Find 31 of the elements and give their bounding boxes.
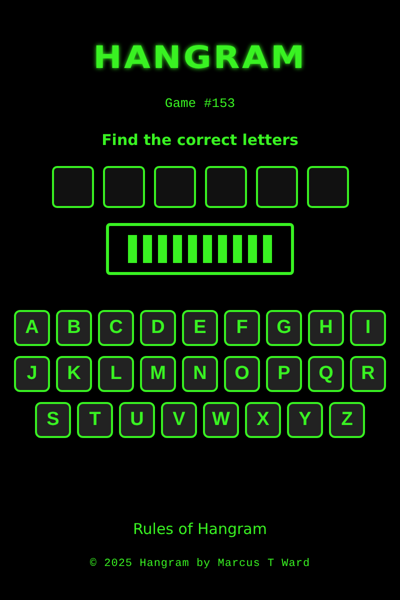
letter-key[interactable]: S (35, 402, 71, 438)
letter-key[interactable]: B (56, 310, 92, 346)
letter-key[interactable]: O (224, 356, 260, 392)
letter-key[interactable]: Z (329, 402, 365, 438)
letter-key[interactable]: W (203, 402, 239, 438)
letter-key[interactable]: T (77, 402, 113, 438)
letter-key[interactable]: P (266, 356, 302, 392)
letter-key[interactable]: G (266, 310, 302, 346)
letter-key[interactable]: H (308, 310, 344, 346)
letter-key[interactable]: Q (308, 356, 344, 392)
letter-key[interactable]: D (140, 310, 176, 346)
letter-key[interactable]: C (98, 310, 134, 346)
letter-key[interactable]: A (14, 310, 50, 346)
game-number: Game #153 (164, 96, 236, 111)
letter-key[interactable]: K (56, 356, 92, 392)
letter-key[interactable]: X (245, 402, 281, 438)
letter-key[interactable]: L (98, 356, 134, 392)
letter-key[interactable]: J (14, 356, 50, 392)
footer-text: © 2025 Hangram by Marcus T Ward (90, 558, 310, 570)
letter-key[interactable]: R (350, 356, 386, 392)
letter-key[interactable]: M (140, 356, 176, 392)
letter-key[interactable]: E (182, 310, 218, 346)
rules-link[interactable]: Rules of Hangram (133, 520, 267, 538)
letter-key[interactable]: V (161, 402, 197, 438)
letter-key[interactable]: I (350, 310, 386, 346)
letter-key[interactable]: N (182, 356, 218, 392)
letter-key[interactable]: F (224, 310, 260, 346)
letter-key[interactable]: Y (287, 402, 323, 438)
game-title: HANGRAM (93, 40, 307, 76)
instruction-text: Find the correct letters (102, 131, 298, 149)
letter-key[interactable]: U (119, 402, 155, 438)
